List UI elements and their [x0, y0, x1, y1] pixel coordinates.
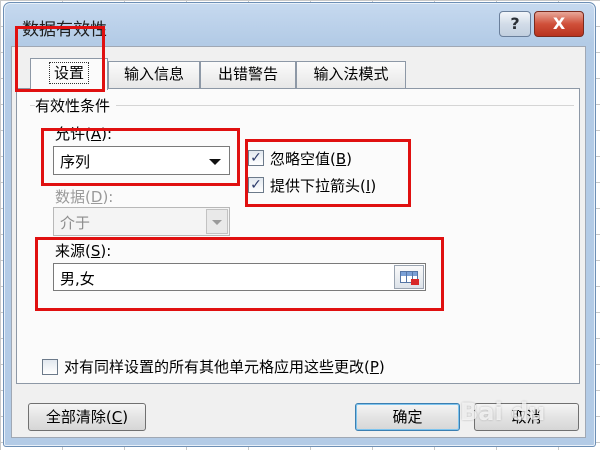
ignore-blank-key: B [335, 150, 347, 168]
source-label-text: 来源 [55, 242, 86, 260]
ok-button[interactable]: 确定 [355, 403, 460, 431]
tab-ime-mode-label: 输入法模式 [313, 65, 389, 83]
data-label: 数据(D): [55, 188, 114, 206]
tab-settings-label: 设置 [48, 62, 89, 84]
ignore-blank-text: 忽略空值 [270, 150, 331, 168]
ignore-blank-label: 忽略空值(B) [270, 150, 353, 168]
close-icon: X [552, 14, 566, 33]
title-bar[interactable]: 数据有效性 ? X [4, 3, 595, 49]
data-label-text: 数据 [55, 188, 86, 206]
tab-error-alert-label: 出错警告 [217, 65, 278, 83]
range-select-button[interactable] [394, 265, 424, 289]
help-button[interactable]: ? [499, 11, 531, 37]
source-access-key: S [90, 242, 101, 260]
apply-all-text: 对有同样设置的所有其他单元格应用这些更改 [64, 358, 365, 376]
apply-all-checkbox[interactable] [42, 359, 58, 375]
allow-access-key: A [90, 125, 102, 143]
apply-all-label: 对有同样设置的所有其他单元格应用这些更改(P) [64, 358, 385, 376]
dialog-title: 数据有效性 [22, 20, 107, 40]
allow-select[interactable]: 序列 [53, 146, 230, 175]
dropdown-arrow-checkbox[interactable]: ✓ [248, 177, 264, 193]
source-value: 男,女 [60, 270, 95, 288]
check-icon: ✓ [250, 150, 262, 166]
ok-text: 确定 [392, 408, 423, 426]
tab-input-message[interactable]: 输入信息 [108, 61, 200, 89]
source-input[interactable]: 男,女 [53, 263, 426, 291]
tab-ime-mode[interactable]: 输入法模式 [296, 61, 406, 89]
chevron-down-icon [206, 209, 228, 234]
watermark: Bai du [460, 398, 546, 426]
clear-all-text: 全部清除 [45, 408, 106, 426]
dropdown-arrow-text: 提供下拉箭头 [270, 177, 361, 195]
allow-label-text: 允许 [55, 125, 86, 143]
ignore-blank-checkbox[interactable]: ✓ [248, 150, 264, 166]
tab-error-alert[interactable]: 出错警告 [200, 61, 296, 89]
check-icon: ✓ [250, 177, 262, 193]
dropdown-arrow-label: 提供下拉箭头(I) [270, 177, 377, 195]
close-button[interactable]: X [534, 11, 584, 37]
data-value: 介于 [60, 214, 91, 232]
tab-input-message-label: 输入信息 [123, 65, 184, 83]
dropdown-arrow-key: I [365, 177, 371, 195]
data-access-key: D [90, 188, 103, 206]
chevron-down-icon [209, 159, 221, 165]
clear-all-key: C [111, 408, 123, 426]
allow-label: 允许(A): [55, 125, 113, 143]
validation-criteria-label: 有效性条件 [35, 95, 117, 116]
help-icon: ? [510, 14, 520, 33]
range-arrow-icon [411, 279, 419, 285]
clear-all-button[interactable]: 全部清除(C) [28, 403, 146, 431]
source-label: 来源(S): [55, 242, 112, 260]
data-select: 介于 [53, 207, 230, 236]
tab-settings[interactable]: 设置 [30, 58, 108, 90]
allow-value: 序列 [60, 153, 91, 171]
apply-all-key: P [369, 358, 379, 376]
